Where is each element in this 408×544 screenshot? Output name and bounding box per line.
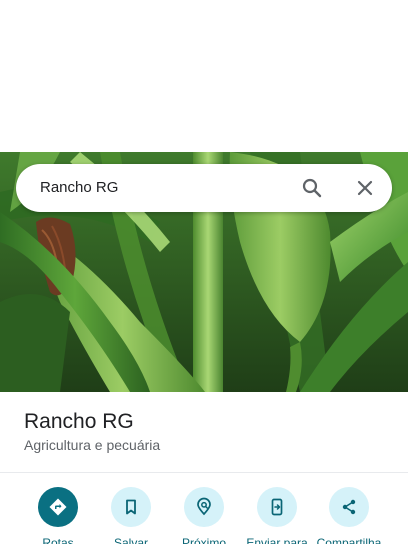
action-bar: Rotas Salvar Próximo Enviar para Compart… [0,473,408,544]
place-sheet-screen: Rancho RG Rancho RG Agricultura e pecuár… [0,0,408,544]
directions-icon [38,487,78,527]
map-area-blank [0,0,408,152]
share-icon [329,487,369,527]
search-bar[interactable]: Rancho RG [16,164,392,212]
send-to-phone-icon [257,487,297,527]
place-info: Rancho RG Agricultura e pecuária [0,392,408,472]
place-title: Rancho RG [24,410,134,433]
place-category: Agricultura e pecuária [24,437,161,453]
share-label: Compartilha [316,536,382,544]
search-icon[interactable] [300,176,324,200]
bookmark-icon [111,487,151,527]
search-input[interactable]: Rancho RG [40,164,118,212]
share-button[interactable]: Compartilha [309,487,389,544]
nearby-icon [184,487,224,527]
close-icon[interactable] [353,176,377,200]
